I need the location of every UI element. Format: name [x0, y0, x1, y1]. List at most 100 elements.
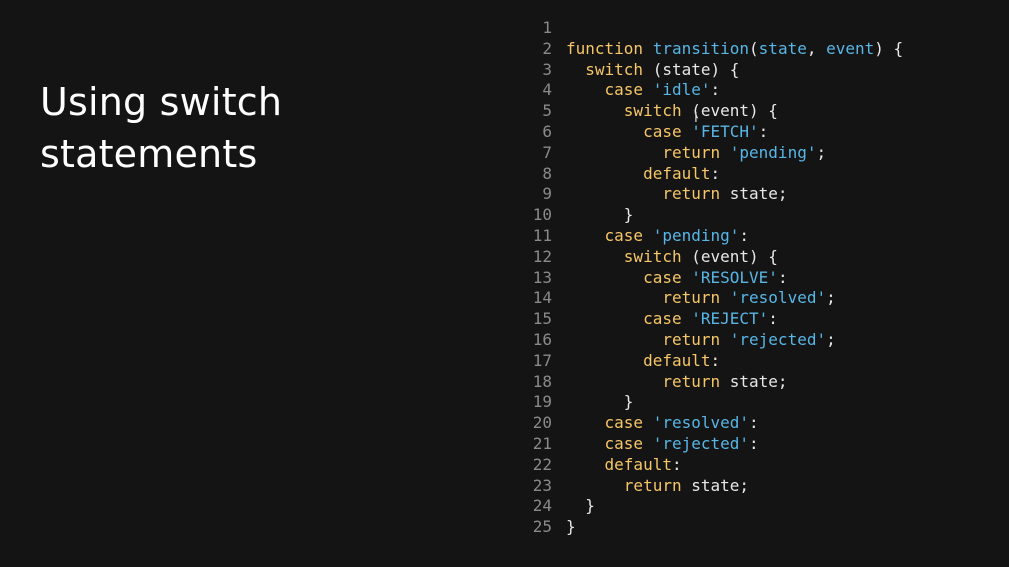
code-line: 1: [524, 18, 1004, 39]
code-line: 21 case 'rejected':: [524, 434, 1004, 455]
code-line: 2 function transition(state, event) {: [524, 39, 1004, 60]
code-token-kw: switch: [623, 246, 682, 266]
code-token-str: 'rejected': [652, 433, 750, 453]
code-line: 19 }: [524, 392, 1004, 413]
line-number: 11: [532, 225, 552, 245]
line-number: 2: [542, 38, 552, 58]
code-line: 4 case 'idle':: [524, 80, 1004, 101]
code-line: 22 default:: [524, 455, 1004, 476]
presentation-slide: Using switch statements 1 2 function trans…: [0, 0, 1009, 567]
code-line: 20 case 'resolved':: [524, 413, 1004, 434]
code-token-plain: }: [566, 517, 576, 537]
code-token-plain: state;: [720, 184, 788, 204]
line-number: 23: [532, 475, 552, 495]
code-token-plain: :: [768, 309, 778, 329]
code-token-kw: return: [662, 371, 721, 391]
line-number: 6: [542, 121, 552, 141]
code-token-plain: ;: [816, 142, 827, 162]
code-line: 8 default:: [524, 164, 1004, 185]
code-token-str: 'rejected': [729, 329, 827, 349]
code-token-plain: :: [758, 121, 769, 141]
slide-title-line-2: statements: [40, 132, 258, 176]
code-token-str: 'RESOLVE': [691, 267, 778, 287]
code-token-fn: event: [826, 38, 875, 58]
code-token-plain: :: [749, 433, 759, 453]
code-token-plain: :: [739, 225, 750, 245]
code-token-kw: default: [643, 163, 711, 183]
text-cursor-icon: I: [694, 111, 698, 126]
code-line: 18 return state;: [524, 372, 1004, 393]
code-token-plain: }: [566, 392, 634, 412]
code-line: 12 switch (event) {: [524, 247, 1004, 268]
code-token-plain: :: [710, 350, 721, 370]
code-token-str: 'resolved': [729, 288, 827, 308]
line-number: 17: [532, 350, 552, 370]
code-token-kw: case: [604, 80, 644, 100]
code-token-plain: :: [710, 163, 721, 183]
code-line: 23 return state;: [524, 476, 1004, 497]
code-line: 3 switch (state) {: [524, 60, 1004, 81]
code-token-plain: (: [749, 38, 759, 58]
code-token-plain: (event) {: [681, 246, 778, 266]
line-number: 7: [542, 142, 552, 162]
code-token-kw: case: [604, 433, 644, 453]
code-token-kw: switch: [623, 101, 682, 121]
code-token-fn: transition: [652, 38, 750, 58]
code-line: 25}: [524, 517, 1004, 538]
code-token-kw: return: [662, 142, 721, 162]
code-line: 15 case 'REJECT':: [524, 309, 1004, 330]
line-number: 3: [542, 59, 552, 79]
code-token-kw: case: [643, 267, 682, 287]
code-token-str: 'REJECT': [691, 309, 769, 329]
line-number: 13: [532, 267, 552, 287]
code-token-kw: switch: [585, 59, 644, 79]
line-number: 25: [532, 517, 552, 537]
code-token-plain: state;: [720, 371, 788, 391]
line-number: 14: [532, 288, 552, 308]
code-token-str: 'pending': [652, 225, 740, 245]
code-token-plain: ;: [826, 329, 836, 349]
code-block: 1 2 function transition(state, event) {3 s…: [524, 18, 1004, 538]
line-number: 10: [532, 205, 552, 225]
code-line: 11 case 'pending':: [524, 226, 1004, 247]
code-token-str: 'resolved': [652, 413, 750, 433]
code-line: 6 case 'FETCH':: [524, 122, 1004, 143]
code-token-kw: case: [604, 413, 644, 433]
line-number: 20: [532, 413, 552, 433]
code-line: 13 case 'RESOLVE':: [524, 268, 1004, 289]
code-line: 5 switch (event) {: [524, 101, 1004, 122]
code-line: 9 return state;: [524, 184, 1004, 205]
code-line: 24 }: [524, 496, 1004, 517]
code-token-kw: return: [623, 475, 682, 495]
line-number: 19: [532, 392, 552, 412]
code-token-plain: (state) {: [643, 59, 740, 79]
line-number: 15: [532, 309, 552, 329]
code-token-kw: return: [662, 288, 721, 308]
code-token-kw: return: [662, 329, 721, 349]
line-number: 8: [542, 163, 552, 183]
code-token-kw: default: [643, 350, 711, 370]
code-line: 17 default:: [524, 351, 1004, 372]
line-number: 5: [542, 101, 552, 121]
